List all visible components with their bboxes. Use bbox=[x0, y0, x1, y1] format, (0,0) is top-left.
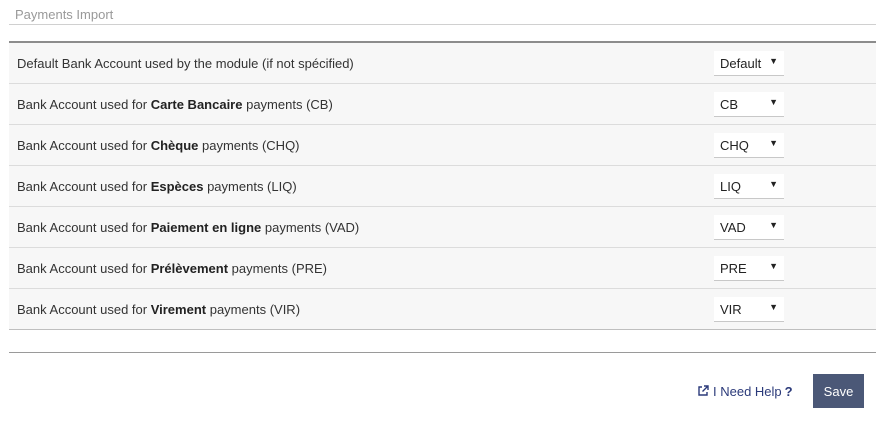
select-value: CB bbox=[720, 97, 739, 112]
select-value: CHQ bbox=[720, 138, 749, 153]
setting-label: Bank Account used for Espèces payments (… bbox=[17, 179, 297, 194]
setting-label: Default Bank Account used by the module … bbox=[17, 56, 354, 71]
settings-table: Default Bank Account used by the module … bbox=[9, 41, 876, 330]
dropdown-arrow-icon: ▼ bbox=[769, 97, 778, 107]
setting-label: Bank Account used for Virement payments … bbox=[17, 302, 301, 317]
dropdown-arrow-icon: ▼ bbox=[769, 56, 778, 66]
help-link[interactable]: I Need Help? bbox=[697, 384, 793, 399]
select-value: Default bbox=[720, 56, 762, 71]
external-link-icon bbox=[698, 385, 709, 396]
setting-label: Bank Account used for Carte Bancaire pay… bbox=[17, 97, 333, 112]
dropdown-arrow-icon: ▼ bbox=[769, 220, 778, 230]
bank-account-select-vir[interactable]: VIR ▼ bbox=[714, 297, 784, 322]
bank-account-select-liq[interactable]: LIQ ▼ bbox=[714, 174, 784, 199]
help-question-mark: ? bbox=[784, 384, 793, 399]
setting-row-default: Default Bank Account used by the module … bbox=[9, 43, 876, 84]
bank-account-select-cb[interactable]: CB ▼ bbox=[714, 92, 784, 117]
dropdown-arrow-icon: ▼ bbox=[769, 179, 778, 189]
dropdown-arrow-icon: ▼ bbox=[769, 138, 778, 148]
select-value: LIQ bbox=[720, 179, 741, 194]
help-label: I Need Help bbox=[713, 384, 782, 399]
setting-row-vir: Bank Account used for Virement payments … bbox=[9, 289, 876, 329]
bank-account-select-default[interactable]: Default ▼ bbox=[714, 51, 784, 76]
bank-account-select-pre[interactable]: PRE ▼ bbox=[714, 256, 784, 281]
setting-row-chq: Bank Account used for Chèque payments (C… bbox=[9, 125, 876, 166]
section-title: Payments Import bbox=[15, 7, 114, 22]
select-value: VAD bbox=[720, 220, 746, 235]
setting-label: Bank Account used for Chèque payments (C… bbox=[17, 138, 300, 153]
section-header: Payments Import bbox=[9, 0, 876, 25]
setting-row-liq: Bank Account used for Espèces payments (… bbox=[9, 166, 876, 207]
select-value: PRE bbox=[720, 261, 747, 276]
save-button[interactable]: Save bbox=[813, 374, 864, 408]
setting-label: Bank Account used for Paiement en ligne … bbox=[17, 220, 360, 235]
setting-label: Bank Account used for Prélèvement paymen… bbox=[17, 261, 328, 276]
bank-account-select-chq[interactable]: CHQ ▼ bbox=[714, 133, 784, 158]
divider bbox=[9, 352, 876, 353]
select-value: VIR bbox=[720, 302, 742, 317]
setting-row-cb: Bank Account used for Carte Bancaire pay… bbox=[9, 84, 876, 125]
setting-row-vad: Bank Account used for Paiement en ligne … bbox=[9, 207, 876, 248]
dropdown-arrow-icon: ▼ bbox=[769, 261, 778, 271]
bank-account-select-vad[interactable]: VAD ▼ bbox=[714, 215, 784, 240]
setting-row-pre: Bank Account used for Prélèvement paymen… bbox=[9, 248, 876, 289]
dropdown-arrow-icon: ▼ bbox=[769, 302, 778, 312]
